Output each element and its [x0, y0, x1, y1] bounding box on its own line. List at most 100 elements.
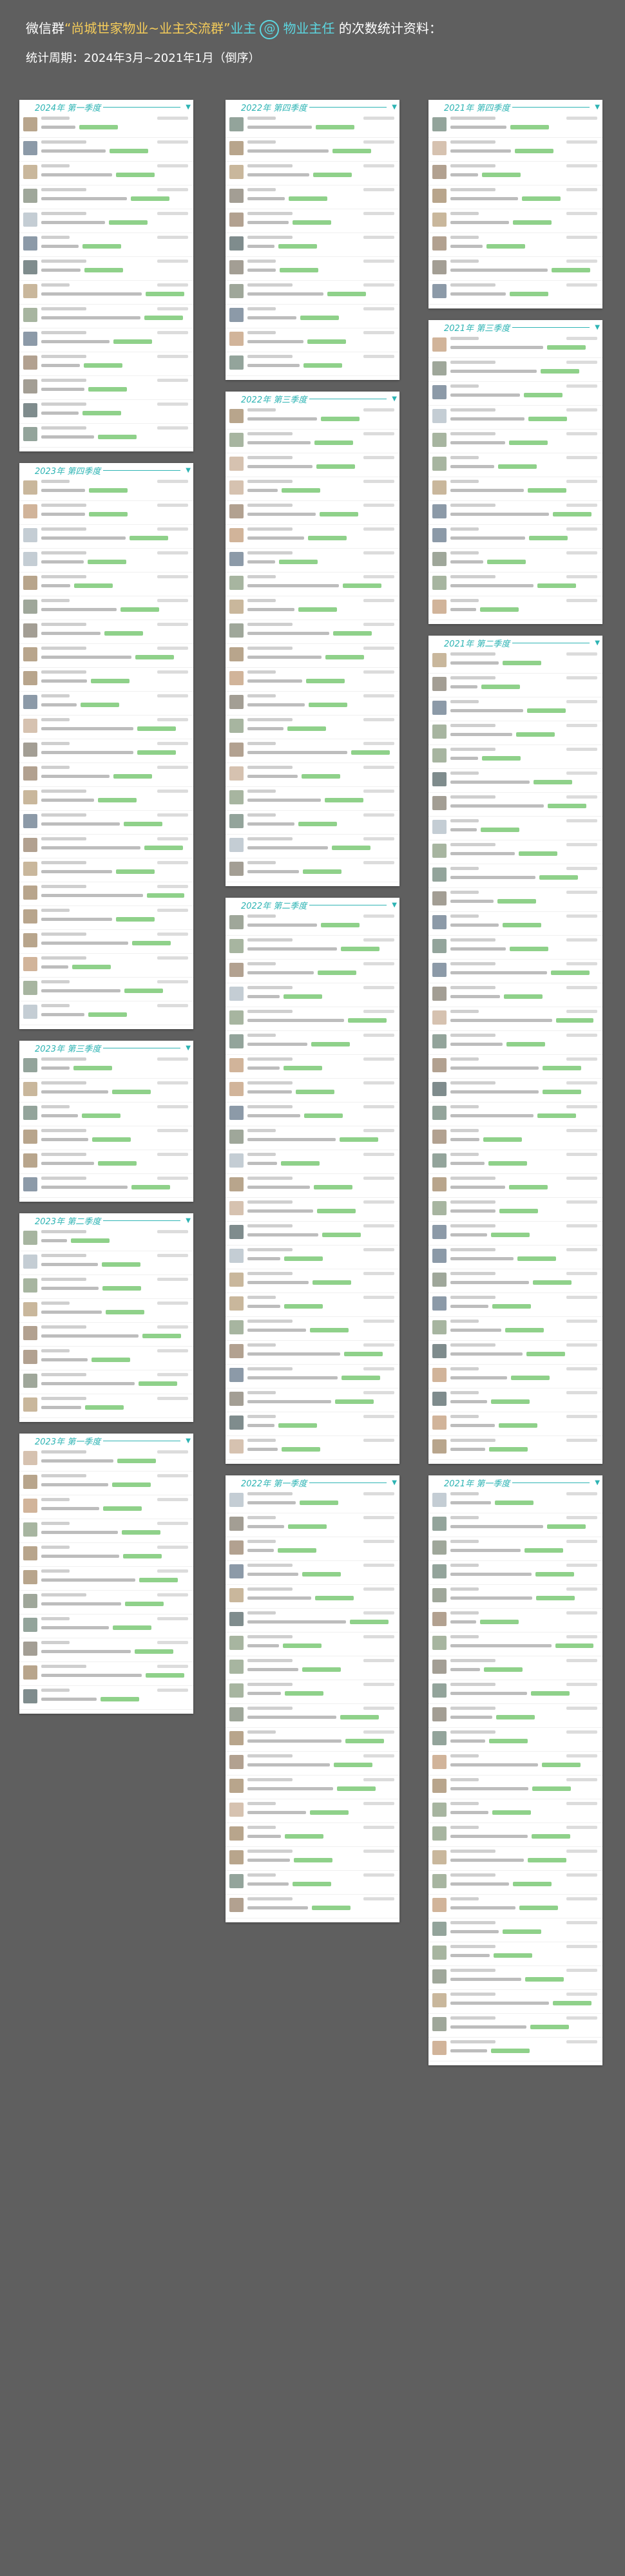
sender-name: [41, 1004, 70, 1007]
sender-name: [247, 647, 293, 650]
avatar: [23, 1689, 37, 1703]
message-text: [247, 245, 274, 248]
mention-tag: [284, 994, 322, 999]
mention-tag: [307, 339, 346, 344]
quarter-title[interactable]: 2023年 第四季度 ▼: [19, 463, 193, 477]
chat-message: [19, 477, 193, 501]
quarter-title[interactable]: 2021年 第三季度 ▼: [428, 320, 602, 334]
sender-name: [247, 790, 276, 793]
message-time: [566, 986, 597, 989]
message-text: [247, 1424, 274, 1427]
message-text: [41, 1483, 108, 1486]
chat-message: [19, 233, 193, 257]
chat-message: [19, 376, 193, 400]
message-time: [363, 1248, 394, 1251]
quarter-title[interactable]: 2023年 第一季度 ▼: [19, 1434, 193, 1448]
mention-tag: [137, 750, 176, 755]
sender-name: [247, 355, 293, 358]
message-text: [450, 441, 505, 444]
sender-name: [247, 694, 276, 697]
mention-tag: [313, 173, 352, 177]
message-text: [450, 757, 478, 760]
avatar: [432, 1731, 447, 1745]
quarter-title[interactable]: 2021年 第二季度 ▼: [428, 636, 602, 650]
avatar: [432, 284, 447, 298]
chat-message: [19, 882, 193, 906]
mention-tag: [278, 244, 317, 249]
chat-message: [428, 358, 602, 382]
message-time: [566, 1296, 597, 1299]
avatar: [432, 1755, 447, 1769]
chat-message: [226, 1752, 399, 1776]
mention-tag: [71, 1238, 110, 1243]
at-icon: @: [260, 19, 280, 39]
message-time: [566, 1272, 597, 1275]
message-time: [566, 1516, 597, 1519]
message-text: [247, 727, 284, 730]
mention-tag: [513, 220, 552, 225]
message-text: [247, 1186, 310, 1189]
mention-tag: [487, 560, 526, 564]
quarter-title[interactable]: 2022年 第四季度 ▼: [226, 100, 399, 114]
avatar: [432, 457, 447, 471]
message-time: [566, 1415, 597, 1418]
avatar: [432, 1153, 447, 1168]
mention-tag: [285, 1691, 323, 1696]
message-time: [363, 813, 394, 817]
mention-tag: [530, 2025, 569, 2029]
mention-tag: [102, 1262, 140, 1267]
avatar: [23, 1475, 37, 1489]
avatar: [432, 724, 447, 739]
message-text: [41, 632, 101, 635]
sender-name: [450, 1010, 479, 1013]
message-time: [363, 1492, 394, 1495]
mention-tag: [304, 1113, 343, 1118]
message-time: [566, 480, 597, 483]
quarter-title[interactable]: 2024年 第一季度 ▼: [19, 100, 193, 114]
quarter-title[interactable]: 2023年 第二季度 ▼: [19, 1213, 193, 1227]
avatar: [432, 337, 447, 352]
avatar: [432, 891, 447, 905]
mention-tag: [333, 631, 372, 636]
chat-message: [19, 1448, 193, 1472]
message-text: [41, 703, 77, 706]
message-time: [157, 766, 188, 769]
quarter-title[interactable]: 2023年 第三季度 ▼: [19, 1041, 193, 1055]
message-time: [566, 236, 597, 239]
chat-message: [19, 352, 193, 376]
quarter-title[interactable]: 2022年 第三季度 ▼: [226, 392, 399, 406]
quarter-title[interactable]: 2022年 第一季度 ▼: [226, 1475, 399, 1490]
avatar: [229, 838, 244, 852]
mention-tag: [510, 947, 548, 951]
avatar: [23, 1058, 37, 1072]
mention-tag: [123, 1554, 162, 1558]
message-time: [363, 1897, 394, 1900]
mention-tag: [284, 1304, 323, 1309]
message-text: [247, 149, 329, 153]
expand-triangle-icon: ▼: [392, 103, 397, 111]
avatar: [23, 1546, 37, 1560]
message-time: [363, 117, 394, 120]
message-text: [450, 560, 483, 564]
sender-name: [41, 790, 86, 793]
avatar: [229, 552, 244, 566]
sender-name: [247, 1224, 293, 1227]
sender-name: [247, 1343, 276, 1347]
quarter-title[interactable]: 2021年 第一季度 ▼: [428, 1475, 602, 1490]
sender-name: [41, 1474, 86, 1477]
message-text: [41, 1013, 84, 1016]
sender-name: [450, 1105, 479, 1108]
chat-message: [428, 769, 602, 793]
message-time: [566, 1778, 597, 1781]
chat-message: [19, 1567, 193, 1591]
message-time: [566, 891, 597, 894]
quarter-title[interactable]: 2021年 第四季度 ▼: [428, 100, 602, 114]
message-text: [41, 173, 112, 176]
avatar: [229, 1320, 244, 1334]
quarter-title[interactable]: 2022年 第二季度 ▼: [226, 898, 399, 912]
mention-tag: [335, 1399, 374, 1404]
mention-tag: [285, 1834, 323, 1839]
mention-tag: [492, 1810, 531, 1815]
quarter-underline: [512, 327, 590, 328]
message-time: [157, 1397, 188, 1400]
